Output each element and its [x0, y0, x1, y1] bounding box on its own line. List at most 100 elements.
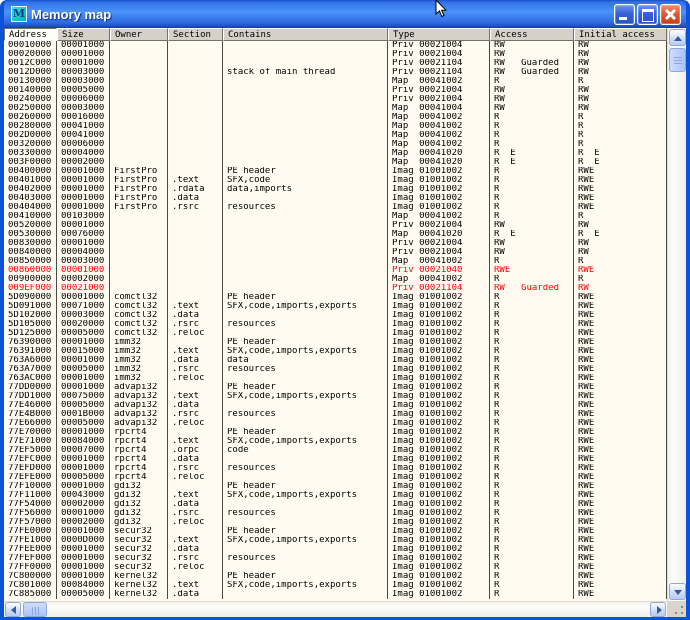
table-row[interactable]: 77F5700000002000gdi32.relocImag 01001002…	[4, 518, 667, 527]
cell-section: .rsrc	[168, 320, 223, 329]
table-row[interactable]: 77F1000000001000gdi32PE headerImag 01001…	[4, 482, 667, 491]
cell-access: RW	[490, 95, 574, 104]
table-row[interactable]: 77DD000000001000advapi32PE headerImag 01…	[4, 383, 667, 392]
close-button[interactable]	[660, 4, 681, 25]
table-row[interactable]: 7639100000015000imm32.textSFX,code,impor…	[4, 347, 667, 356]
table-row[interactable]: 77FEF00000001000secur32.rsrcresourcesIma…	[4, 554, 667, 563]
table-row[interactable]: 0001000000001000Priv 00021004RWRW	[4, 41, 667, 50]
table-row[interactable]: 7639000000001000imm32PE headerImag 01001…	[4, 338, 667, 347]
table-row[interactable]: 0053000000076000Map 00041020R ER E	[4, 230, 667, 239]
table-row[interactable]: 0032000000006000Map 00041002RR	[4, 140, 667, 149]
cell-type: Imag 01001002	[388, 347, 490, 356]
table-row[interactable]: 0028000000041000Map 00041002RR	[4, 122, 667, 131]
table-row[interactable]: 77F1100000043000gdi32.textSFX,code,impor…	[4, 491, 667, 500]
cell-size: 00005000	[57, 473, 110, 482]
table-row[interactable]: 77EFE00000005000rpcrt4.relocImag 0100100…	[4, 473, 667, 482]
table-row[interactable]: 0040200000001000FirstPro.rdatadata,impor…	[4, 185, 667, 194]
cell-contains: data	[223, 356, 388, 365]
table-row[interactable]: 5D10200000003000comctl32.dataImag 010010…	[4, 311, 667, 320]
table-row[interactable]: 0040100000001000FirstPro.textSFX,codeIma…	[4, 176, 667, 185]
cell-owner: rpcrt4	[110, 437, 168, 446]
column-header-contains[interactable]: Contains	[223, 28, 388, 41]
table-row[interactable]: 003F000000002000Map 00041020R ER E	[4, 158, 667, 167]
table-row[interactable]: 0040400000001000FirstPro.rsrcresourcesIm…	[4, 203, 667, 212]
table-row[interactable]: 77E4B0000001B000advapi32.rsrcresourcesIm…	[4, 410, 667, 419]
title-bar[interactable]: M Memory map	[4, 0, 686, 28]
cell-contains: resources	[223, 410, 388, 419]
table-row[interactable]: 77E4600000005000advapi32.dataImag 010010…	[4, 401, 667, 410]
table-row[interactable]: 0002000000001000Priv 00021004RWRW	[4, 50, 667, 59]
table-row[interactable]: 0033000000004000Map 00041020R ER E	[4, 149, 667, 158]
table-row[interactable]: 5D09100000071000comctl32.textSFX,code,im…	[4, 302, 667, 311]
column-header-owner[interactable]: Owner	[110, 28, 168, 41]
table-row[interactable]: 0084000000004000Priv 00021004RWRW	[4, 248, 667, 257]
app-icon[interactable]: M	[11, 6, 27, 22]
table-row[interactable]: 7C88500000005000kernel32.dataImag 010010…	[4, 590, 667, 599]
table-row[interactable]: 0090000000002000Map 00041002RR	[4, 275, 667, 284]
table-row[interactable]: 7C80000000001000kernel32PE headerImag 01…	[4, 572, 667, 581]
table-row[interactable]: 763A600000001000imm32.datadataImag 01001…	[4, 356, 667, 365]
horizontal-scrollbar[interactable]	[4, 601, 667, 617]
table-row[interactable]: 0014000000005000Priv 00021004RWRW	[4, 86, 667, 95]
table-row[interactable]: 77FE10000000D000secur32.textSFX,code,imp…	[4, 536, 667, 545]
table-row[interactable]: 77E7100000084000rpcrt4.textSFX,code,impo…	[4, 437, 667, 446]
table-row[interactable]: 77FE000000001000secur32PE headerImag 010…	[4, 527, 667, 536]
cell-owner	[110, 131, 168, 140]
column-header-initial_access[interactable]: Initial access	[574, 28, 667, 41]
cell-address: 77EF5000	[4, 446, 57, 455]
vertical-scrollbar[interactable]	[667, 28, 686, 601]
cell-address: 7C800000	[4, 572, 57, 581]
horizontal-scrollbar-thumb[interactable]	[23, 602, 47, 617]
column-header-type[interactable]: Type	[388, 28, 490, 41]
table-row[interactable]: 77EFD00000001000rpcrt4.rsrcresourcesImag…	[4, 464, 667, 473]
cell-access: R	[490, 338, 574, 347]
table-row[interactable]: 5D10500000020000comctl32.rsrcresourcesIm…	[4, 320, 667, 329]
table-row[interactable]: 7C80100000084000kernel32.textSFX,code,im…	[4, 581, 667, 590]
cell-size: 00001000	[57, 41, 110, 50]
table-row[interactable]: 0085000000003000Map 00041002RR	[4, 257, 667, 266]
table-row[interactable]: 763A700000005000imm32.rsrcresourcesImag …	[4, 365, 667, 374]
minimize-button[interactable]	[614, 4, 635, 25]
resize-grip[interactable]	[667, 601, 686, 617]
table-row[interactable]: 0040000000001000FirstProPE headerImag 01…	[4, 167, 667, 176]
cell-contains	[223, 248, 388, 257]
table-row[interactable]: 0012C00000001000Priv 00021104RW GuardedR…	[4, 59, 667, 68]
table-row[interactable]: 77FF000000001000secur32.relocImag 010010…	[4, 563, 667, 572]
table-row[interactable]: 0013000000003000Map 00041002RR	[4, 77, 667, 86]
table-row[interactable]: 002D000000041000Map 00041002RR	[4, 131, 667, 140]
maximize-button[interactable]	[637, 4, 658, 25]
table-row[interactable]: 77EF500000007000rpcrt4.orpccodeImag 0100…	[4, 446, 667, 455]
table-row[interactable]: 009EF00000021000Priv 00021104RW GuardedR…	[4, 284, 667, 293]
cell-section: .text	[168, 347, 223, 356]
table-row[interactable]: 77E6600000005000advapi32.relocImag 01001…	[4, 419, 667, 428]
scroll-down-button[interactable]	[669, 583, 686, 600]
scroll-right-button[interactable]	[650, 602, 666, 617]
table-row[interactable]: 77FEE00000001000secur32.dataImag 0100100…	[4, 545, 667, 554]
scroll-up-button[interactable]	[669, 29, 686, 46]
table-row[interactable]: 0041000000103000Map 00041002RR	[4, 212, 667, 221]
table-row[interactable]: 5D09000000001000comctl32PE headerImag 01…	[4, 293, 667, 302]
cell-owner: FirstPro	[110, 176, 168, 185]
table-row[interactable]: 0040300000001000FirstPro.dataImag 010010…	[4, 194, 667, 203]
table-row[interactable]: 77EFC00000001000rpcrt4.dataImag 01001002…	[4, 455, 667, 464]
table-row[interactable]: 0083000000001000Priv 00021004RWRW	[4, 239, 667, 248]
cell-section	[168, 275, 223, 284]
table-row[interactable]: 0086000000001000Priv 00021040RWERWE	[4, 266, 667, 275]
table-row[interactable]: 0052000000001000Priv 00021004RWRW	[4, 221, 667, 230]
column-header-access[interactable]: Access	[490, 28, 574, 41]
table-row[interactable]: 77DD100000075000advapi32.textSFX,code,im…	[4, 392, 667, 401]
table-row[interactable]: 0025000000003000Map 00041004RWRW	[4, 104, 667, 113]
column-header-size[interactable]: Size	[57, 28, 110, 41]
table-row[interactable]: 763AC00000001000imm32.relocImag 01001002…	[4, 374, 667, 383]
column-header-address[interactable]: Address	[4, 28, 57, 41]
table-row[interactable]: 0026000000016000Map 00041002RR	[4, 113, 667, 122]
table-row[interactable]: 0024000000006000Priv 00021004RWRW	[4, 95, 667, 104]
table-row[interactable]: 77E7000000001000rpcrt4PE headerImag 0100…	[4, 428, 667, 437]
column-header-section[interactable]: Section	[168, 28, 223, 41]
scroll-left-button[interactable]	[5, 602, 21, 617]
table-row[interactable]: 5D12500000005000comctl32.relocImag 01001…	[4, 329, 667, 338]
vertical-scrollbar-thumb[interactable]	[669, 48, 686, 72]
table-row[interactable]: 0012D00000003000stack of main threadPriv…	[4, 68, 667, 77]
table-row[interactable]: 77F5600000001000gdi32.rsrcresourcesImag …	[4, 509, 667, 518]
table-row[interactable]: 77F5400000002000gdi32.dataImag 01001002R…	[4, 500, 667, 509]
